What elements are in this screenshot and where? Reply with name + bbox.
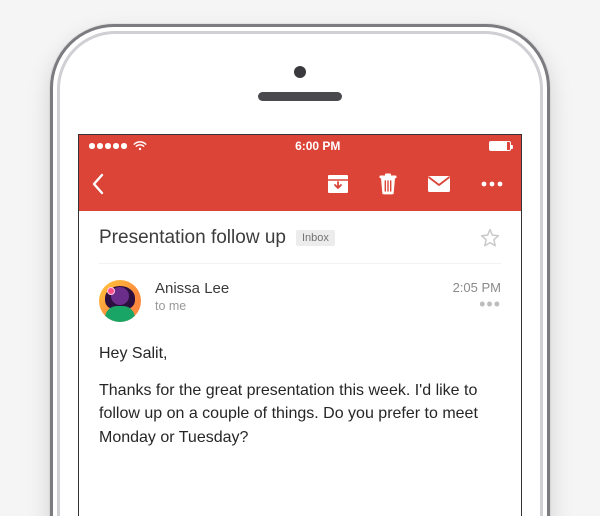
mark-unread-button[interactable] bbox=[421, 169, 457, 199]
sender-name[interactable]: Anissa Lee bbox=[155, 280, 439, 297]
phone-speaker bbox=[258, 92, 342, 101]
phone-frame: 6:00 PM bbox=[50, 24, 550, 516]
archive-icon bbox=[327, 174, 349, 194]
more-horiz-icon bbox=[481, 181, 503, 187]
back-button[interactable] bbox=[85, 167, 111, 201]
email-more-button[interactable]: ••• bbox=[453, 299, 501, 309]
folder-label[interactable]: Inbox bbox=[296, 230, 335, 246]
app-bar bbox=[79, 157, 521, 211]
trash-icon bbox=[379, 173, 397, 195]
trash-button[interactable] bbox=[373, 167, 403, 201]
more-button[interactable] bbox=[475, 175, 509, 193]
email-content: Presentation follow up Inbox bbox=[79, 211, 521, 483]
wifi-icon bbox=[133, 141, 147, 151]
subject-row: Presentation follow up Inbox bbox=[99, 227, 501, 264]
phone-camera bbox=[294, 66, 306, 78]
email-body-paragraph: Thanks for the great presentation this w… bbox=[99, 379, 501, 449]
status-bar: 6:00 PM bbox=[79, 135, 521, 157]
envelope-icon bbox=[427, 175, 451, 193]
phone-screen: 6:00 PM bbox=[78, 134, 522, 516]
email-subject: Presentation follow up bbox=[99, 227, 286, 249]
star-button[interactable] bbox=[479, 227, 501, 249]
email-body-greeting: Hey Salit, bbox=[99, 342, 501, 365]
recipient-line[interactable]: to me bbox=[155, 299, 439, 313]
status-time: 6:00 PM bbox=[147, 139, 490, 153]
sender-row: Anissa Lee to me 2:05 PM ••• bbox=[99, 264, 501, 330]
email-body: Hey Salit, Thanks for the great presenta… bbox=[99, 342, 501, 449]
sender-avatar[interactable] bbox=[99, 280, 141, 322]
battery-icon bbox=[489, 141, 511, 151]
archive-button[interactable] bbox=[321, 168, 355, 200]
star-outline-icon bbox=[479, 227, 501, 249]
signal-dots bbox=[89, 143, 127, 149]
chevron-left-icon bbox=[91, 173, 105, 195]
email-time: 2:05 PM bbox=[453, 280, 501, 295]
